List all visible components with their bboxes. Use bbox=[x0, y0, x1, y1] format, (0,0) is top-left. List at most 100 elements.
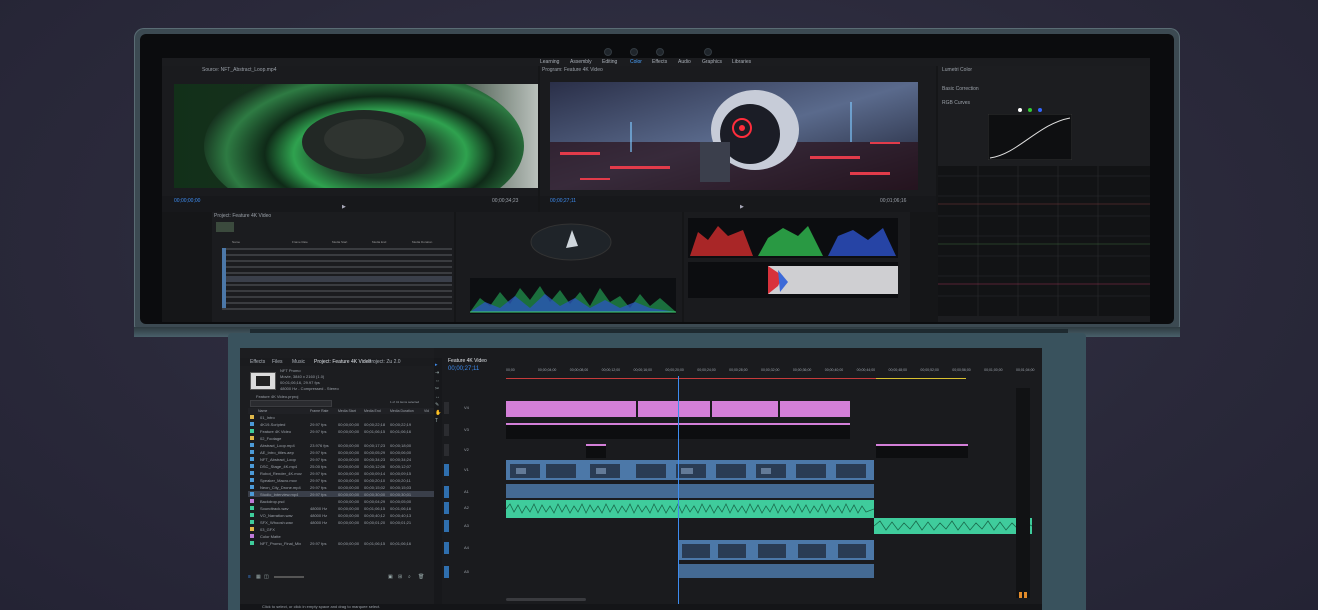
track-header[interactable]: V1 bbox=[444, 464, 504, 476]
source-timecode[interactable]: 00;00;00;00 bbox=[174, 198, 200, 204]
track-target-toggle[interactable] bbox=[444, 444, 449, 456]
workspace-tab-assembly[interactable]: Assembly bbox=[570, 59, 592, 65]
new-item-icon[interactable]: ⊞ bbox=[398, 574, 402, 580]
list-item[interactable]: NFT_Abstract_Loop 29.97 fps 00;00;00;00 00;… bbox=[248, 456, 434, 462]
freeform-view-icon[interactable]: ◫ bbox=[264, 574, 269, 580]
tab-effects[interactable]: Effects bbox=[250, 359, 265, 365]
col-name[interactable]: Name bbox=[232, 240, 240, 244]
list-item[interactable]: NFT_Promo_Final_Mix 29.97 fps 00;00;00;00 0… bbox=[248, 540, 434, 546]
tab-project-feature[interactable]: Project: Feature 4K Video bbox=[314, 359, 371, 365]
list-item[interactable]: Neon_City_Drone.mp4 29.97 fps 00;00;00;00 0… bbox=[248, 484, 434, 490]
workspace-tab-audio[interactable]: Audio bbox=[678, 59, 691, 65]
list-item[interactable]: AE_Intro_titles.aep 29.97 fps 00;00;00;00 0… bbox=[248, 449, 434, 455]
sequence-timecode[interactable]: 00;00;27;11 bbox=[448, 366, 479, 372]
list-item[interactable]: Speaker_Macro.mov 29.97 fps 00;00;00;00 00;… bbox=[248, 477, 434, 483]
col-frame-rate-lower[interactable]: Frame Rate bbox=[310, 409, 328, 413]
track-header[interactable]: A3 bbox=[444, 520, 504, 532]
track-header[interactable]: A2 bbox=[444, 502, 504, 514]
graphics-clip[interactable] bbox=[638, 401, 710, 417]
list-item[interactable]: Robot_Render_4K.mov 29.97 fps 00;00;00;00 0… bbox=[248, 470, 434, 476]
col-media-start-lower[interactable]: Media Start bbox=[338, 409, 356, 413]
workspace-tab-effects[interactable]: Effects bbox=[652, 59, 667, 65]
col-media-duration-lower[interactable]: Media Duration bbox=[390, 409, 414, 413]
work-area-bar[interactable] bbox=[506, 378, 876, 379]
audio-clip-a4[interactable] bbox=[678, 564, 874, 578]
workspace-tab-graphics[interactable]: Graphics bbox=[702, 59, 722, 65]
track-header[interactable]: V4 bbox=[444, 402, 504, 414]
curve-blue-dot-icon[interactable] bbox=[1038, 108, 1042, 112]
track-select-tool-icon[interactable]: ⇥ bbox=[435, 370, 439, 376]
col-media-end-lower[interactable]: Media End bbox=[364, 409, 381, 413]
rgb-curve-graph[interactable] bbox=[988, 114, 1072, 160]
workspace-tab-color[interactable]: Color bbox=[630, 59, 642, 65]
title-clip[interactable] bbox=[586, 444, 606, 458]
track-target-toggle[interactable] bbox=[444, 566, 449, 578]
list-item[interactable]: Studio_Interview.mp4 29.97 fps 00;00;00;00… bbox=[248, 491, 434, 497]
zoom-slider[interactable] bbox=[274, 576, 304, 578]
icon-view-icon[interactable]: ▦ bbox=[256, 574, 261, 580]
video-clip-strip-2[interactable] bbox=[678, 540, 874, 560]
track-header[interactable]: V2 bbox=[444, 444, 504, 456]
time-ruler[interactable]: 00;00 00;00;04;00 00;00;08;00 00;00;12;00 00… bbox=[506, 368, 1035, 378]
ripple-tool-icon[interactable]: ⇔ bbox=[435, 378, 440, 384]
col-media-end[interactable]: Media End bbox=[372, 240, 386, 244]
list-item[interactable]: Feature 4K Video 29.97 fps 00;00;00;00 00;0… bbox=[248, 428, 434, 434]
list-item[interactable]: 4K19-Scripted 29.97 fps 00;00;00;00 00;00;2… bbox=[248, 421, 434, 427]
sequence-tab[interactable]: Feature 4K Video bbox=[448, 358, 487, 364]
list-item[interactable]: Abstract_Loop.mp4 23.976 fps 00;00;00;00 00… bbox=[248, 442, 434, 448]
track-target-toggle[interactable] bbox=[444, 520, 449, 532]
razor-tool-icon[interactable]: ✂ bbox=[435, 386, 439, 392]
track-target-toggle[interactable] bbox=[444, 542, 449, 554]
upper-project-rows[interactable] bbox=[222, 248, 452, 318]
track-target-toggle[interactable] bbox=[444, 502, 449, 514]
col-media-duration[interactable]: Media Duration bbox=[412, 240, 432, 244]
list-item[interactable]: Backdrop.psd 00;00;00;00 00;00;04;29 00;00;… bbox=[248, 498, 434, 504]
audio-clip-a3[interactable] bbox=[874, 518, 1032, 534]
list-item[interactable]: 01_Intro bbox=[248, 414, 434, 420]
type-tool-icon[interactable]: T bbox=[435, 418, 438, 424]
col-vid-lower[interactable]: Vid bbox=[424, 409, 429, 413]
track-target-toggle[interactable] bbox=[444, 424, 449, 436]
slip-tool-icon[interactable]: ↔ bbox=[435, 394, 440, 400]
title-clip[interactable] bbox=[876, 444, 968, 458]
track-header[interactable]: V3 bbox=[444, 424, 504, 436]
list-item[interactable]: VO_Narration.wav 48000 Hz 00;00;00;00 00;00… bbox=[248, 512, 434, 518]
video-clip-strip[interactable] bbox=[506, 460, 874, 480]
col-frame-rate[interactable]: Frame Rate bbox=[292, 240, 308, 244]
hand-tool-icon[interactable]: ✋ bbox=[435, 410, 441, 416]
play-icon[interactable]: ▶ bbox=[342, 204, 346, 210]
audio-clip-a1[interactable] bbox=[506, 484, 874, 498]
track-header[interactable]: A1 bbox=[444, 486, 504, 498]
workspace-tab-libraries[interactable]: Libraries bbox=[732, 59, 751, 65]
col-media-start[interactable]: Media Start bbox=[332, 240, 347, 244]
trash-icon[interactable]: 🗑 bbox=[418, 574, 424, 580]
track-target-toggle[interactable] bbox=[444, 464, 449, 476]
tab-files[interactable]: Files bbox=[272, 359, 283, 365]
timeline-scrollbar[interactable] bbox=[506, 598, 586, 601]
search-icon[interactable]: ⌕ bbox=[408, 574, 411, 580]
tab-music[interactable]: Music bbox=[292, 359, 305, 365]
track-target-toggle[interactable] bbox=[444, 402, 449, 414]
list-item[interactable]: 02_Footage bbox=[248, 435, 434, 441]
program-timecode[interactable]: 00;00;27;11 bbox=[550, 198, 576, 204]
graphics-clip[interactable] bbox=[506, 401, 636, 417]
list-view-icon[interactable]: ≡ bbox=[248, 574, 251, 580]
track-target-toggle[interactable] bbox=[444, 486, 449, 498]
curve-green-dot-icon[interactable] bbox=[1028, 108, 1032, 112]
audio-clip-a2[interactable] bbox=[506, 500, 874, 518]
col-name-lower[interactable]: Name bbox=[258, 409, 267, 413]
new-bin-icon[interactable]: ▣ bbox=[388, 574, 393, 580]
lumetri-section[interactable]: Basic Correction bbox=[942, 86, 979, 92]
workspace-tab-learning[interactable]: Learning bbox=[540, 59, 559, 65]
graphics-clip[interactable] bbox=[712, 401, 778, 417]
tab-project-zu[interactable]: Project: Zu 2.0 bbox=[368, 359, 401, 365]
curve-white-dot-icon[interactable] bbox=[1018, 108, 1022, 112]
playhead[interactable] bbox=[678, 376, 679, 604]
list-item[interactable]: 03_GFX bbox=[248, 526, 434, 532]
list-item[interactable]: Soundtrack.wav 48000 Hz 00;00;00;00 00;01;0… bbox=[248, 505, 434, 511]
list-item[interactable]: DSC_Stage_4K.mp4 25.00 fps 00;00;00;00 00;0… bbox=[248, 463, 434, 469]
graphics-clip[interactable] bbox=[780, 401, 850, 417]
pen-tool-icon[interactable]: ✎ bbox=[435, 402, 439, 408]
workspace-tab-editing[interactable]: Editing bbox=[602, 59, 617, 65]
list-item[interactable]: Color Matte bbox=[248, 533, 434, 539]
